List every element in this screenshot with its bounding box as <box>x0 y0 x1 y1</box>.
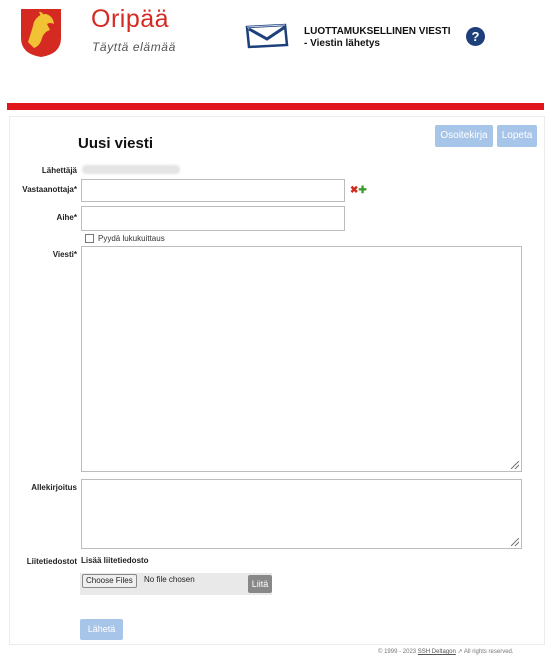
secure-message-subtitle: - Viestin lähetys <box>304 38 380 49</box>
municipality-slogan: Täyttä elämää <box>92 40 176 54</box>
coat-of-arms-logo <box>21 9 61 57</box>
brand-divider <box>7 103 544 110</box>
attachments-label: Liitetiedostot <box>26 557 77 566</box>
recipient-input[interactable] <box>81 179 345 202</box>
message-label: Viesti* <box>52 250 77 259</box>
envelope-icon <box>245 23 289 49</box>
quit-button[interactable]: Lopeta <box>497 125 537 147</box>
sender-label: Lähettäjä <box>41 166 77 175</box>
signature-label: Allekirjoitus <box>31 483 77 492</box>
send-button[interactable]: Lähetä <box>80 619 123 640</box>
recipient-label: Vastaanottaja* <box>22 185 77 194</box>
secure-message-title: LUOTTAMUKSELLINEN VIESTI <box>304 26 451 37</box>
footer-copyright: © 1999 - 2023 <box>378 649 417 655</box>
sender-value-redacted <box>82 165 180 174</box>
read-receipt-checkbox[interactable] <box>85 234 94 243</box>
resize-handle-icon[interactable] <box>511 538 519 546</box>
help-icon[interactable]: ? <box>466 27 485 46</box>
address-book-button[interactable]: Osoitekirja <box>435 125 493 147</box>
signature-textarea[interactable] <box>81 479 522 549</box>
recipient-actions: ✖✚ <box>350 185 367 196</box>
add-recipient-icon[interactable]: ✚ <box>358 185 366 196</box>
external-link-icon: ↗ <box>457 649 463 655</box>
no-file-text: No file chosen <box>144 575 195 584</box>
municipality-name: Oripää <box>91 5 170 33</box>
choose-files-button[interactable]: Choose Files <box>82 574 137 588</box>
footer: © 1999 - 2023 SSH Deltagon ↗ All rights … <box>378 648 514 655</box>
read-receipt-label[interactable]: Pyydä lukukuittaus <box>98 234 165 243</box>
attach-button[interactable]: Liitä <box>248 575 272 593</box>
resize-handle-icon[interactable] <box>511 461 519 469</box>
vendor-link[interactable]: SSH Deltagon <box>418 649 456 655</box>
footer-rights: All rights reserved. <box>463 649 514 655</box>
add-attachment-heading: Lisää liitetiedosto <box>81 556 149 565</box>
subject-input[interactable] <box>81 206 345 231</box>
message-textarea[interactable] <box>81 246 522 472</box>
subject-label: Aihe* <box>56 213 77 222</box>
page-title: Uusi viesti <box>78 135 154 152</box>
